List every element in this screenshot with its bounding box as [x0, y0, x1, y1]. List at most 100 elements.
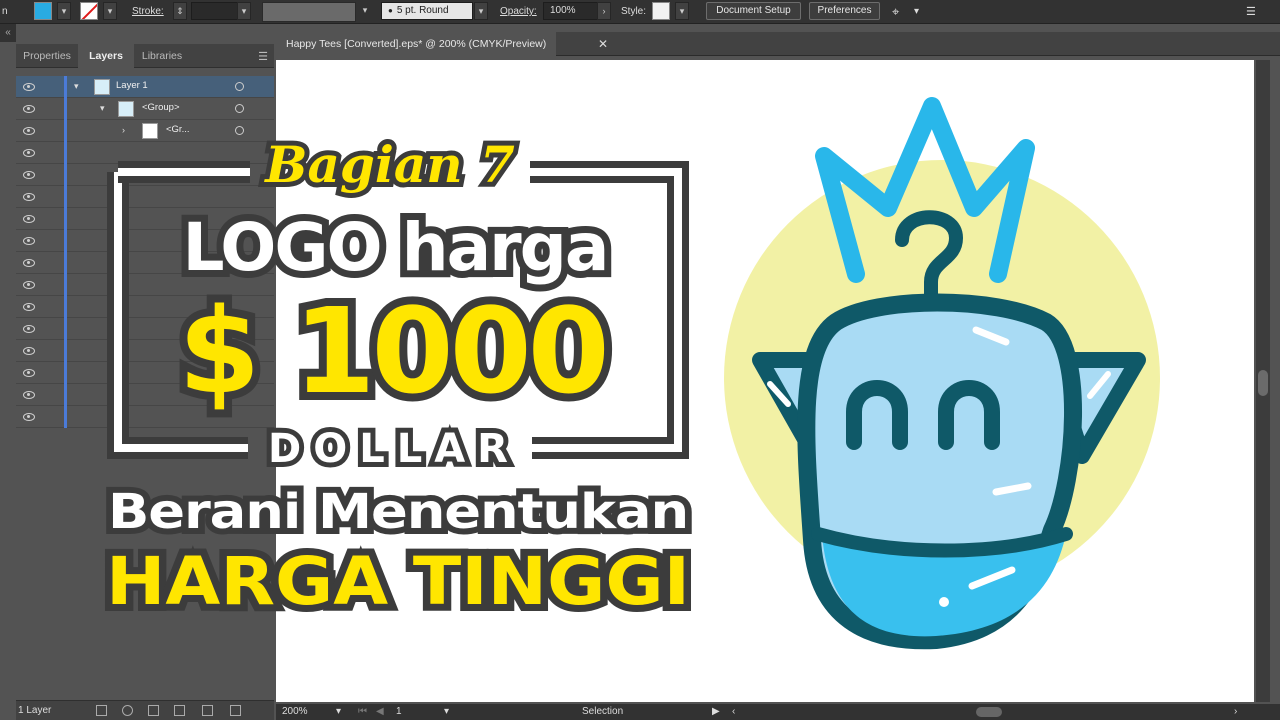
stroke-dropdown[interactable]: ▾ — [103, 2, 117, 20]
style-swatch[interactable] — [652, 2, 670, 20]
control-bar-edge: n — [2, 6, 8, 17]
visibility-eye-icon[interactable] — [23, 237, 35, 245]
layer-name[interactable]: Layer 1 — [116, 80, 148, 91]
layer-name[interactable]: <Group> — [142, 102, 180, 113]
zoom-level[interactable]: 200% — [282, 706, 308, 717]
layer-row[interactable] — [16, 384, 274, 406]
layer-row[interactable] — [16, 164, 274, 186]
new-sublayer-icon[interactable] — [174, 705, 185, 716]
visibility-eye-icon[interactable] — [23, 171, 35, 179]
document-tab-bar: Happy Tees [Converted].eps* @ 200% (CMYK… — [276, 32, 1280, 56]
layer-row[interactable] — [16, 406, 274, 428]
layer-color-bar — [64, 296, 67, 318]
stroke-label[interactable]: Stroke: — [132, 2, 164, 22]
layer-row[interactable] — [16, 340, 274, 362]
trash-icon[interactable] — [230, 705, 241, 716]
panel-tabs: Properties Layers Libraries ☰ — [16, 44, 274, 68]
horizontal-scroll-thumb[interactable] — [976, 707, 1002, 717]
layer-row[interactable] — [16, 252, 274, 274]
target-circle-icon[interactable] — [235, 104, 244, 113]
layer-row[interactable] — [16, 186, 274, 208]
panel-menu-icon[interactable]: ☰ — [258, 50, 268, 63]
export-icon[interactable] — [96, 705, 107, 716]
brush-dropdown[interactable]: ▾ — [474, 2, 488, 20]
preferences-button[interactable]: Preferences — [809, 2, 880, 20]
stroke-swatch[interactable] — [80, 2, 98, 20]
close-icon[interactable]: ✕ — [598, 32, 608, 56]
tab-properties[interactable]: Properties — [16, 44, 78, 68]
panel-options-icon[interactable]: ☰ — [1246, 2, 1256, 22]
layer-name[interactable]: <Gr... — [166, 124, 190, 135]
visibility-eye-icon[interactable] — [23, 149, 35, 157]
layer-color-bar — [64, 406, 67, 428]
visibility-eye-icon[interactable] — [23, 391, 35, 399]
stroke-weight-field[interactable] — [191, 2, 241, 20]
layer-row[interactable] — [16, 142, 274, 164]
visibility-eye-icon[interactable] — [23, 215, 35, 223]
artboard-number[interactable]: 1 — [396, 706, 402, 717]
layer-row[interactable] — [16, 296, 274, 318]
visibility-eye-icon[interactable] — [23, 259, 35, 267]
happy-tees-logo[interactable] — [276, 60, 1254, 702]
layer-row[interactable] — [16, 362, 274, 384]
visibility-eye-icon[interactable] — [23, 83, 35, 91]
layer-row[interactable] — [16, 230, 274, 252]
new-layer-icon[interactable] — [202, 705, 213, 716]
visibility-eye-icon[interactable] — [23, 281, 35, 289]
layer-row[interactable] — [16, 318, 274, 340]
artboard[interactable] — [276, 60, 1254, 702]
double-chevron-left-icon[interactable]: « — [0, 24, 16, 42]
stroke-weight-stepper[interactable]: ⇕ — [173, 2, 187, 20]
opacity-arrow[interactable]: › — [597, 2, 611, 20]
brush-definition[interactable]: ● 5 pt. Round — [381, 2, 473, 20]
visibility-eye-icon[interactable] — [23, 325, 35, 333]
layer-row[interactable]: ▾ Layer 1 — [16, 76, 274, 98]
visibility-eye-icon[interactable] — [23, 347, 35, 355]
arrange-icon[interactable]: ⌖ — [892, 2, 899, 22]
layer-row[interactable]: ▾ <Group> — [16, 98, 274, 120]
visibility-eye-icon[interactable] — [23, 105, 35, 113]
scroll-right-icon[interactable]: › — [1234, 706, 1237, 717]
variable-width-profile[interactable] — [262, 2, 356, 22]
layer-row[interactable] — [16, 208, 274, 230]
status-menu-icon[interactable]: ▶ — [712, 706, 720, 717]
layer-row[interactable]: › <Gr... — [16, 120, 274, 142]
prev-artboard-icon[interactable]: ◀ — [376, 706, 384, 717]
layer-color-bar — [64, 98, 67, 120]
layer-color-bar — [64, 164, 67, 186]
opacity-label[interactable]: Opacity: — [500, 2, 537, 22]
style-dropdown[interactable]: ▾ — [675, 2, 689, 20]
chevron-right-icon[interactable]: › — [122, 125, 125, 135]
opacity-field[interactable]: 100% — [543, 2, 599, 20]
scrollbar-thumb[interactable] — [1258, 370, 1268, 396]
tab-layers[interactable]: Layers — [78, 44, 134, 68]
search-icon[interactable] — [122, 705, 133, 716]
zoom-dropdown[interactable]: ▾ — [336, 706, 341, 717]
fill-swatch[interactable] — [34, 2, 52, 20]
status-bar: 200% ▾ ⏮ ◀ 1 ▾ Selection ▶ ‹ › — [276, 704, 1280, 720]
visibility-eye-icon[interactable] — [23, 303, 35, 311]
tab-libraries[interactable]: Libraries — [134, 44, 190, 68]
clipping-mask-icon[interactable] — [148, 705, 159, 716]
layer-row[interactable] — [16, 274, 274, 296]
visibility-eye-icon[interactable] — [23, 193, 35, 201]
artboard-dropdown[interactable]: ▾ — [444, 706, 449, 717]
visibility-eye-icon[interactable] — [23, 127, 35, 135]
chevron-down-icon[interactable]: ▾ — [100, 103, 105, 114]
stroke-weight-dropdown[interactable]: ▾ — [237, 2, 251, 20]
arrange-dropdown[interactable]: ▾ — [914, 2, 919, 22]
first-artboard-icon[interactable]: ⏮ — [358, 706, 367, 717]
target-circle-icon[interactable] — [235, 82, 244, 91]
document-setup-button[interactable]: Document Setup — [706, 2, 801, 20]
fill-dropdown[interactable]: ▾ — [57, 2, 71, 20]
layer-color-bar — [64, 142, 67, 164]
chevron-down-icon[interactable]: ▾ — [74, 81, 79, 92]
visibility-eye-icon[interactable] — [23, 413, 35, 421]
scroll-left-icon[interactable]: ‹ — [732, 706, 735, 717]
layer-color-bar — [64, 274, 67, 296]
layers-panel: Properties Layers Libraries ☰ ▾ Layer 1 … — [16, 24, 274, 720]
document-tab[interactable]: Happy Tees [Converted].eps* @ 200% (CMYK… — [276, 32, 557, 56]
profile-dropdown[interactable]: ▾ — [358, 2, 372, 20]
target-circle-icon[interactable] — [235, 126, 244, 135]
visibility-eye-icon[interactable] — [23, 369, 35, 377]
